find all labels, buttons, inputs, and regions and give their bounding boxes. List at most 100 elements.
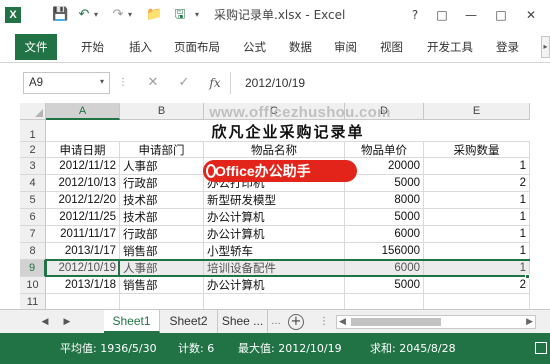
scroll-left-icon[interactable]: ◀ [339, 316, 346, 328]
row-header-9[interactable]: 9 [20, 260, 46, 277]
help-button[interactable]: ? [404, 5, 426, 25]
table-cell[interactable]: 2012/12/20 [46, 192, 120, 209]
table-cell[interactable]: 办公计算机 [204, 226, 345, 243]
redo-icon[interactable]: ↷ [110, 6, 126, 24]
empty-cell[interactable] [345, 294, 424, 309]
table-cell[interactable]: 2012/10/13 [46, 175, 120, 192]
table-cell[interactable]: 2013/1/17 [46, 243, 120, 260]
row-header-6[interactable]: 6 [20, 209, 46, 226]
worksheet-grid[interactable]: A B C D E 1 2 3 4 5 6 7 8 9 10 11 欣凡企业采购记录单 申请日期 申请部门 物品名称物… [0, 103, 550, 309]
insert-function-button[interactable]: fx [206, 74, 224, 92]
table-cell[interactable]: 5000 [345, 175, 424, 192]
table-cell[interactable]: 8000 [345, 192, 424, 209]
cancel-entry-icon[interactable]: ✕ [144, 74, 162, 92]
tab-view[interactable]: 视图 [380, 37, 403, 57]
customize-qat-icon[interactable]: ▾ [192, 6, 202, 24]
table-cell[interactable]: 2 [424, 277, 530, 294]
header-cell-col-c[interactable]: 物品名称 [204, 142, 345, 158]
fill-handle[interactable] [525, 274, 530, 279]
enter-entry-icon[interactable]: ✓ [175, 74, 193, 92]
table-cell[interactable]: 5000 [345, 209, 424, 226]
table-cell[interactable]: 2 [424, 175, 530, 192]
table-cell[interactable]: 办公计算机 [204, 277, 345, 294]
open-folder-icon[interactable]: 📁 [146, 6, 162, 24]
formula-bar-grip-icon[interactable]: ⋮ [118, 74, 128, 92]
table-cell[interactable]: 6000 [345, 260, 424, 277]
table-cell[interactable]: 6000 [345, 226, 424, 243]
scroll-thumb[interactable] [351, 318, 441, 326]
tab-insert[interactable]: 插入 [129, 37, 152, 57]
table-cell[interactable]: 技术部 [120, 192, 204, 209]
empty-cell[interactable] [204, 294, 345, 309]
column-header-a[interactable]: A [46, 103, 120, 120]
empty-cell[interactable] [46, 294, 120, 309]
table-cell[interactable]: 行政部 [120, 175, 204, 192]
table-cell[interactable]: 1 [424, 158, 530, 175]
table-cell[interactable]: 2012/11/25 [46, 209, 120, 226]
tab-developer[interactable]: 开发工具 [427, 37, 473, 57]
row-header-7[interactable]: 7 [20, 226, 46, 243]
table-cell[interactable]: 小型轿车 [204, 243, 345, 260]
sheet-overflow-dots[interactable]: ... [270, 315, 282, 329]
name-box-dropdown-icon[interactable]: ▾ [96, 72, 108, 92]
horizontal-scrollbar[interactable]: ◀ ▶ [336, 315, 536, 329]
table-cell[interactable]: 行政部 [120, 226, 204, 243]
table-cell[interactable]: 技术部 [120, 209, 204, 226]
tab-home[interactable]: 开始 [81, 37, 104, 57]
sheet-title[interactable]: 欣凡企业采购记录单 [46, 121, 530, 143]
row-header-1[interactable]: 1 [20, 120, 46, 142]
row-header-4[interactable]: 4 [20, 175, 46, 192]
column-header-e[interactable]: E [424, 103, 530, 120]
table-cell[interactable]: 1 [424, 243, 530, 260]
table-cell[interactable]: 1 [424, 209, 530, 226]
add-sheet-button[interactable]: + [288, 314, 304, 330]
table-cell[interactable]: 培训设备配件 [204, 260, 345, 277]
empty-cell[interactable] [120, 294, 204, 309]
tab-page-layout[interactable]: 页面布局 [174, 37, 220, 57]
undo-icon[interactable]: ↶ [76, 6, 92, 24]
tab-review[interactable]: 审阅 [334, 37, 357, 57]
save-icon[interactable]: 💾 [52, 6, 68, 24]
table-cell[interactable]: 销售部 [120, 277, 204, 294]
table-cell[interactable]: 5000 [345, 277, 424, 294]
prev-sheet-icon[interactable]: ◀ [38, 315, 52, 329]
header-cell-col-e[interactable]: 采购数量 [424, 142, 530, 158]
minimize-icon[interactable]: — [460, 5, 482, 25]
row-header-8[interactable]: 8 [20, 243, 46, 260]
sheet-tab-sheet2[interactable]: Sheet2 [160, 310, 218, 333]
table-cell[interactable]: 销售部 [120, 243, 204, 260]
redo-dropdown-icon[interactable]: ▾ [126, 6, 134, 24]
row-header-5[interactable]: 5 [20, 192, 46, 209]
column-header-b[interactable]: B [120, 103, 204, 120]
row-header-10[interactable]: 10 [20, 277, 46, 294]
table-cell[interactable]: 1 [424, 260, 530, 277]
empty-cell[interactable] [424, 294, 530, 309]
table-cell[interactable]: 156000 [345, 243, 424, 260]
header-cell-col-b[interactable]: 申请部门 [120, 142, 204, 158]
close-icon[interactable]: ✕ [520, 5, 542, 25]
tab-file[interactable]: 文件 [15, 34, 57, 60]
sheet-tab-sheet3[interactable]: Shee ... [218, 310, 268, 333]
tab-data[interactable]: 数据 [289, 37, 312, 57]
ribbon-scroll-right-icon[interactable]: ▸ [541, 36, 550, 58]
formula-input[interactable]: 2012/10/19 [230, 72, 544, 94]
scroll-right-icon[interactable]: ▶ [526, 316, 533, 328]
table-cell[interactable]: 办公计算机 [204, 209, 345, 226]
maximize-icon[interactable]: □ [490, 5, 512, 25]
header-cell-col-a[interactable]: 申请日期 [46, 142, 120, 158]
ribbon-display-options-icon[interactable]: □ [431, 5, 453, 25]
table-cell[interactable]: 新型研发模型 [204, 192, 345, 209]
row-header-2[interactable]: 2 [20, 142, 46, 158]
save-as-icon[interactable]: 🖫 [172, 6, 188, 24]
sheet-bar-grip-icon[interactable]: ⋮ [318, 315, 330, 329]
row-header-11[interactable]: 11 [20, 294, 46, 309]
table-cell[interactable]: 人事部 [120, 158, 204, 175]
table-cell[interactable]: 2012/11/12 [46, 158, 120, 175]
table-cell[interactable]: 1 [424, 226, 530, 243]
tab-formulas[interactable]: 公式 [243, 37, 266, 57]
undo-dropdown-icon[interactable]: ▾ [92, 6, 100, 24]
table-cell[interactable]: 2011/11/17 [46, 226, 120, 243]
header-cell-col-d[interactable]: 物品单价 [345, 142, 424, 158]
sheet-tab-sheet1[interactable]: Sheet1 [104, 310, 160, 333]
next-sheet-icon[interactable]: ▶ [60, 315, 74, 329]
